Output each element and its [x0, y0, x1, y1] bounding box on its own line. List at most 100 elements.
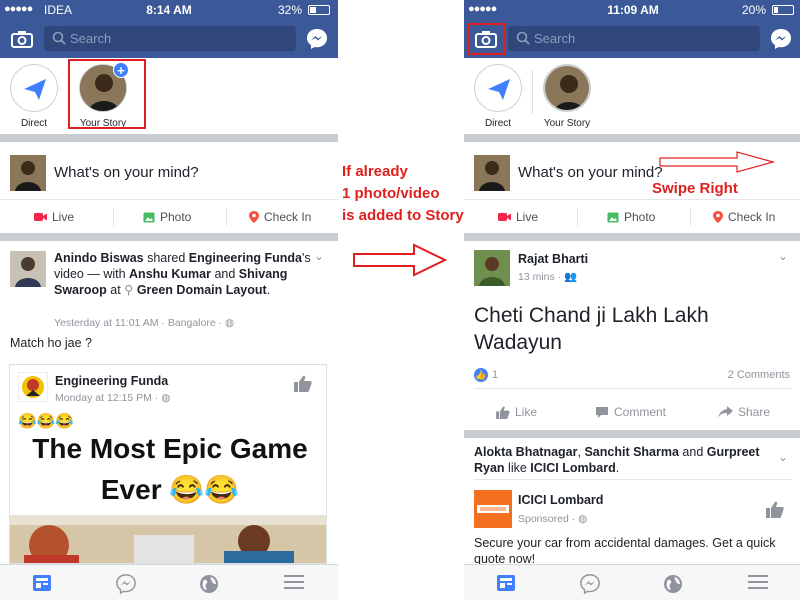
search-placeholder: Search [70, 31, 112, 46]
avatar [10, 251, 46, 287]
direct-circle [474, 64, 522, 112]
reaction-summary[interactable]: 👍 1 [474, 368, 498, 382]
video-thumbnail[interactable]: The Most Epic Game Ever 😂😂 [10, 431, 326, 563]
shared-meta: Monday at 12:15 PM · ◍ [55, 392, 170, 404]
shared-page-link[interactable]: Engineering Funda [189, 251, 302, 265]
share-button[interactable]: Share [718, 405, 770, 419]
place-link[interactable]: Green Domain Layout [137, 283, 267, 297]
top-nav: Search [0, 20, 338, 58]
like-reaction-icon: 👍 [474, 368, 488, 382]
globe-icon: ◍ [578, 513, 588, 525]
condition-note: If already 1 photo/video is added to Sto… [342, 161, 467, 227]
check-in-button[interactable]: Check In [249, 210, 311, 224]
globe-tab-icon[interactable] [199, 574, 219, 594]
social-context-verb: like [504, 461, 531, 475]
camera-button[interactable] [467, 23, 505, 55]
social-context-punctuation: . [615, 461, 620, 475]
live-button[interactable]: Live [34, 210, 74, 224]
news-feed-tab-icon[interactable] [496, 574, 516, 592]
shared-card[interactable]: Engineering Funda Monday at 12:15 PM · ◍… [9, 364, 327, 564]
globe-icon: ◍ [161, 392, 171, 404]
status-bar: ●●●●● 11:09 AM 20% [464, 0, 800, 20]
story-direct[interactable]: Direct [4, 64, 64, 129]
messenger-icon [771, 29, 791, 49]
battery-percent: 32% [277, 3, 302, 17]
comment-label: Comment [614, 405, 667, 419]
avatar [10, 155, 46, 191]
right-screenshot: ●●●●● 11:09 AM 20% Search Direct Your St… [464, 0, 800, 600]
composer[interactable]: What's on your mind? [0, 142, 338, 202]
messenger-button[interactable] [770, 28, 792, 55]
right-arrow-icon [353, 243, 448, 277]
post-author[interactable]: Rajat Bharti [518, 251, 588, 267]
live-button[interactable]: Live [498, 210, 538, 224]
stories-tray: Direct + Your Story [0, 58, 338, 134]
post-options-chevron-icon[interactable]: ⌄ [314, 249, 324, 263]
post-options-chevron-icon[interactable]: ⌄ [778, 249, 788, 263]
battery-percent: 20% [741, 3, 766, 17]
battery-icon [772, 5, 794, 15]
sponsored-text: Sponsored · [518, 513, 579, 525]
avatar [543, 64, 591, 112]
messenger-tab-icon[interactable] [116, 574, 136, 594]
share-arrow-icon [718, 406, 733, 418]
friend-link[interactable]: Sanchit Sharma [584, 445, 678, 459]
messenger-icon [307, 29, 327, 49]
globe-tab-icon[interactable] [663, 574, 683, 594]
story-direct[interactable]: Direct [468, 64, 528, 129]
comment-button[interactable]: Comment [595, 405, 666, 419]
friends-audience-icon: 👥 [564, 271, 578, 283]
post-punctuation: . [266, 283, 271, 297]
like-label: Like [515, 405, 538, 419]
section-divider [464, 134, 800, 142]
post-options-chevron-icon[interactable]: ⌄ [778, 450, 788, 464]
check-in-button[interactable]: Check In [713, 210, 775, 224]
divider [690, 208, 691, 226]
like-page-thumb-icon[interactable] [294, 375, 312, 392]
tagged-friend[interactable]: Anshu Kumar [129, 267, 211, 281]
thumbs-up-icon [496, 405, 510, 419]
swipe-right-arrow-icon [659, 151, 775, 173]
post-header-text: Anindo Biswas shared Engineering Funda's… [54, 250, 314, 298]
shared-page-name[interactable]: Engineering Funda [55, 374, 168, 388]
post-timestamp: Yesterday at 11:01 AM · Bangalore · [54, 317, 226, 329]
post-conjunction: and [210, 267, 239, 281]
like-button[interactable]: Like [496, 405, 537, 419]
live-label: Live [516, 210, 539, 224]
bottom-tab-bar [464, 564, 800, 600]
composer-actions: Live Photo Check In [0, 199, 338, 233]
page-link[interactable]: ICICI Lombard [530, 461, 615, 475]
post-author[interactable]: Anindo Biswas [54, 251, 144, 265]
photo-label: Photo [160, 210, 192, 224]
story-label: Direct [20, 118, 48, 129]
bottom-tab-bar [0, 564, 338, 600]
condition-line-2: 1 photo/video [342, 185, 440, 202]
advertiser-name[interactable]: ICICI Lombard [518, 493, 603, 507]
search-input[interactable]: Search [508, 26, 760, 51]
shared-timestamp: Monday at 12:15 PM · [55, 392, 162, 404]
avatar [474, 155, 510, 191]
camera-button[interactable] [8, 28, 36, 50]
friend-link[interactable]: Alokta Bhatnagar [474, 445, 578, 459]
like-page-thumb-icon[interactable] [766, 501, 784, 518]
left-screenshot: ●●●●● IDEA 8:14 AM 32% Search Direct + Y… [0, 0, 338, 600]
page-logo [18, 372, 48, 402]
search-input[interactable]: Search [44, 26, 296, 51]
social-context-conjunction: and [678, 445, 707, 459]
video-camera-icon [34, 213, 47, 221]
video-camera-icon [498, 213, 511, 221]
menu-tab-icon[interactable] [748, 574, 768, 590]
messenger-tab-icon[interactable] [580, 574, 600, 594]
messenger-button[interactable] [306, 28, 328, 55]
send-icon [24, 79, 46, 100]
profile-photo-icon [545, 66, 589, 110]
photo-button[interactable]: Photo [607, 210, 655, 224]
photo-button[interactable]: Photo [143, 210, 191, 224]
page-logo[interactable] [474, 490, 512, 528]
comment-count[interactable]: 2 Comments [728, 369, 790, 381]
divider [226, 208, 227, 226]
news-feed-tab-icon[interactable] [32, 574, 52, 592]
story-your-story[interactable]: Your Story [537, 64, 597, 129]
menu-tab-icon[interactable] [284, 574, 304, 590]
story-label: Direct [484, 118, 512, 129]
